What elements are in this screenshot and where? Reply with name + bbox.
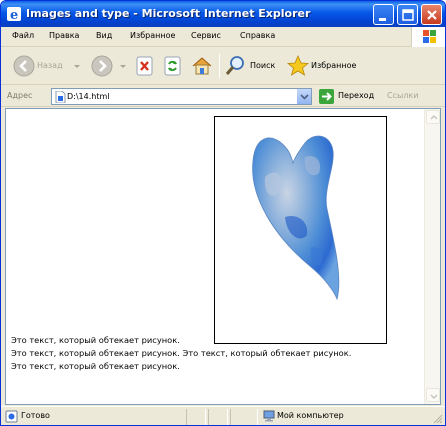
chevron-down-icon bbox=[300, 94, 309, 100]
status-pane bbox=[230, 409, 258, 425]
computer-icon bbox=[263, 410, 275, 422]
page-done-icon bbox=[5, 410, 18, 423]
text-line-1: Это текст, который обтекает рисунок. bbox=[11, 335, 180, 345]
forward-button[interactable] bbox=[89, 52, 126, 80]
toolbar: Назад Поиск Избранное bbox=[1, 48, 445, 85]
home-button[interactable] bbox=[190, 52, 214, 80]
windows-logo bbox=[411, 27, 445, 47]
scroll-up-button[interactable] bbox=[426, 110, 440, 124]
stop-icon bbox=[136, 56, 153, 76]
menu-tools[interactable]: Сервис bbox=[191, 31, 221, 40]
page-viewport: Это текст, который обтекает рисунок. Это… bbox=[5, 108, 441, 405]
text-line-2: Это текст, который обтекает рисунок. Это… bbox=[11, 348, 352, 358]
chevron-up-icon bbox=[430, 114, 438, 120]
security-zone: Мой компьютер bbox=[277, 411, 344, 420]
menu-help[interactable]: Справка bbox=[240, 31, 275, 40]
stop-button[interactable] bbox=[133, 52, 157, 80]
toolbar-separator bbox=[219, 54, 220, 78]
star-icon bbox=[286, 54, 310, 76]
document-icon bbox=[55, 91, 66, 103]
menu-bar: Файл Правка Вид Избранное Сервис Справка bbox=[1, 27, 445, 47]
home-icon bbox=[192, 57, 212, 75]
refresh-icon bbox=[164, 56, 181, 76]
go-label: Переход bbox=[338, 91, 375, 100]
status-text: Готово bbox=[21, 411, 50, 420]
chevron-down-icon bbox=[120, 65, 126, 68]
minimize-button[interactable] bbox=[373, 4, 394, 25]
chevron-down-icon bbox=[74, 65, 80, 68]
vertical-scrollbar[interactable] bbox=[424, 109, 440, 404]
menu-edit[interactable]: Правка bbox=[49, 31, 79, 40]
search-button[interactable]: Поиск bbox=[223, 52, 279, 80]
menu-file[interactable]: Файл bbox=[12, 31, 34, 40]
ie-icon: e bbox=[7, 7, 21, 22]
heart-image-graphic bbox=[252, 135, 340, 301]
menu-view[interactable]: Вид bbox=[96, 31, 112, 40]
status-bar: Готово Мой компьютер bbox=[1, 406, 445, 425]
status-pane bbox=[186, 409, 206, 425]
address-bar: Адрес D:\14.html Переход Ссылки bbox=[1, 86, 445, 107]
maximize-button[interactable] bbox=[397, 4, 418, 25]
refresh-button[interactable] bbox=[161, 52, 185, 80]
address-value: D:\14.html bbox=[67, 92, 110, 101]
favorites-label: Избранное bbox=[311, 61, 357, 70]
svg-text:e: e bbox=[10, 8, 18, 22]
maximize-icon bbox=[402, 9, 414, 21]
address-dropdown-button[interactable] bbox=[296, 89, 311, 104]
title-bar[interactable]: e Images and type - Microsoft Internet E… bbox=[1, 1, 445, 27]
close-button[interactable] bbox=[421, 4, 442, 25]
favorites-button[interactable]: Избранное bbox=[286, 52, 362, 80]
close-icon bbox=[427, 10, 437, 20]
address-label: Адрес bbox=[7, 91, 33, 100]
address-field[interactable]: D:\14.html bbox=[51, 88, 312, 105]
scroll-down-button[interactable] bbox=[426, 388, 440, 402]
window-title: Images and type - Microsoft Internet Exp… bbox=[26, 7, 311, 20]
back-arrow-icon bbox=[13, 55, 35, 77]
windows-flag-icon bbox=[423, 30, 436, 43]
go-arrow-icon bbox=[319, 89, 334, 104]
status-pane bbox=[208, 409, 228, 425]
heart-image bbox=[214, 116, 387, 344]
search-icon bbox=[225, 56, 244, 75]
search-label: Поиск bbox=[250, 61, 276, 70]
browser-window: e Images and type - Microsoft Internet E… bbox=[0, 0, 446, 426]
go-button[interactable]: Переход bbox=[317, 88, 385, 105]
text-line-3: Это текст, который обтекает рисунок. bbox=[11, 361, 180, 371]
menu-favorites[interactable]: Избранное bbox=[130, 31, 175, 40]
forward-arrow-icon bbox=[91, 55, 113, 77]
resize-grip-icon[interactable] bbox=[432, 413, 443, 424]
minimize-icon bbox=[379, 18, 386, 21]
back-label: Назад bbox=[37, 61, 63, 70]
page-content: Это текст, который обтекает рисунок. Это… bbox=[6, 109, 426, 404]
back-button[interactable]: Назад bbox=[10, 52, 80, 80]
links-button[interactable]: Ссылки bbox=[387, 91, 418, 100]
chevron-down-icon bbox=[430, 394, 438, 400]
